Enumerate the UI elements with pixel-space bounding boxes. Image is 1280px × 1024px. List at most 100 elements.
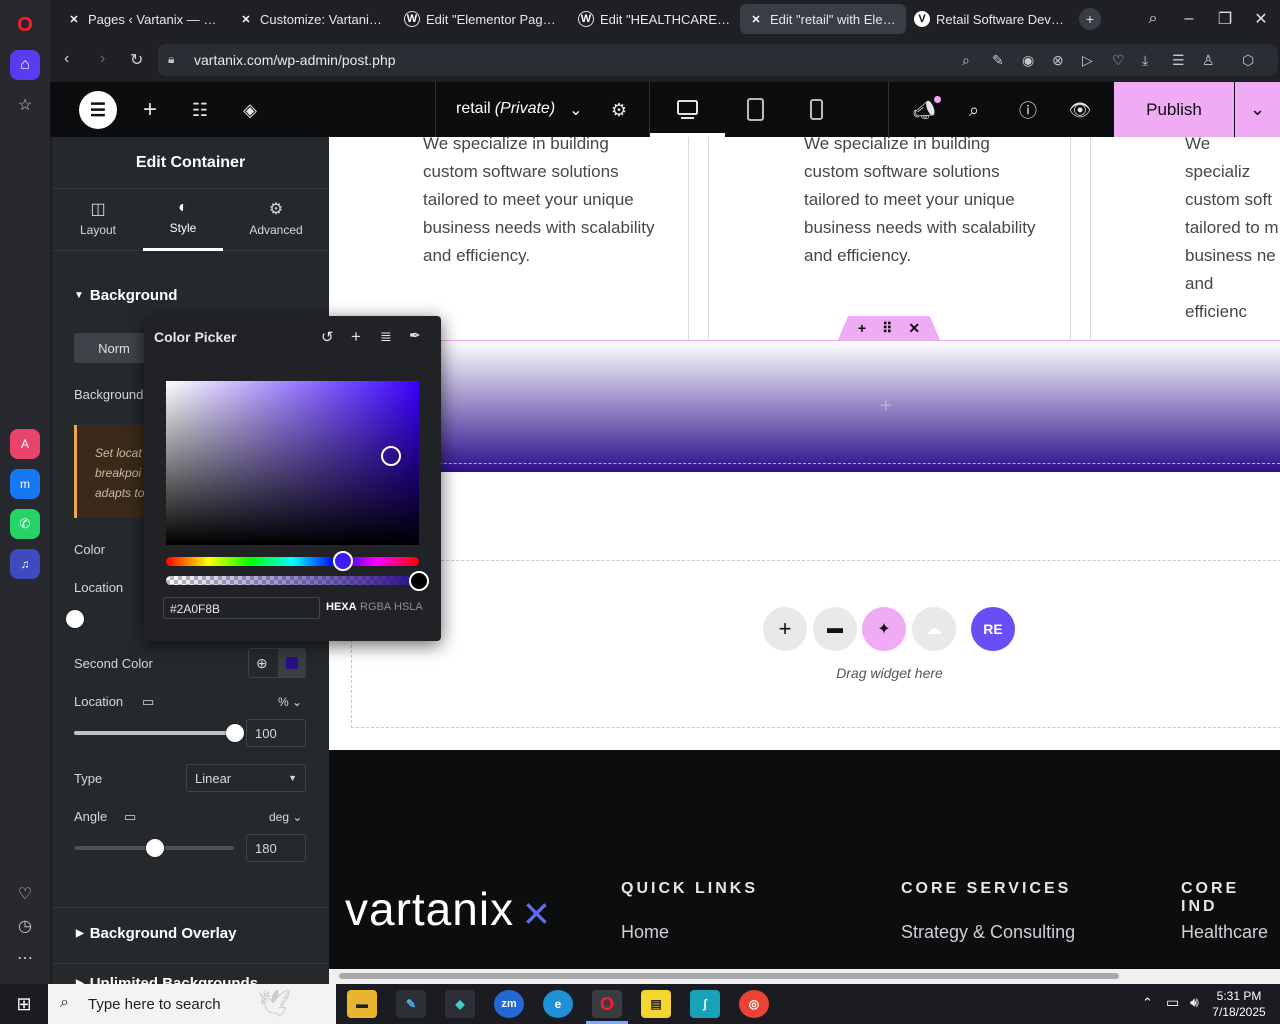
unit-selector[interactable]: % ⌄ (278, 695, 302, 709)
global-colors-icon[interactable]: ≣ (380, 328, 392, 345)
menu-icon[interactable]: ☰ (1172, 52, 1185, 69)
tab-style[interactable]: ◐ Style (143, 199, 223, 251)
zoom-icon[interactable]: ⌕ (962, 52, 970, 69)
saturation-value-area[interactable] (166, 381, 419, 545)
desktop-view-button[interactable] (650, 82, 725, 137)
taskbar-search[interactable]: ⌕ Type here to search 🕊︎ (48, 984, 336, 1024)
color-swatch[interactable] (286, 657, 298, 669)
add-color-icon[interactable]: + (351, 327, 361, 347)
eyedropper-icon[interactable]: ✒ (409, 327, 421, 344)
add-section-button[interactable]: + (763, 607, 807, 651)
reload-icon[interactable]: ↻ (130, 50, 143, 70)
volume-icon[interactable]: 🔊︎ (1190, 994, 1199, 1011)
chrome-icon[interactable]: ◎ (739, 990, 769, 1018)
responsive-desktop-icon[interactable]: ▭ (124, 809, 136, 825)
site-settings-icon[interactable]: ☷ (186, 96, 214, 124)
background-overlay-toggle[interactable]: ▶ Background Overlay (76, 925, 236, 942)
footer-link[interactable]: Healthcare (1181, 922, 1268, 943)
notifications-icon[interactable]: 📣︎ (910, 96, 941, 124)
aria-icon[interactable]: A (10, 429, 40, 459)
network-icon[interactable]: ▭ (1166, 994, 1179, 1011)
tab-pages[interactable]: ✕ Pages ‹ Vartanix — WordP (58, 4, 230, 34)
app-s-icon[interactable]: ʃ (690, 990, 720, 1018)
messenger-icon[interactable]: m (10, 469, 40, 499)
heart-icon[interactable]: ♡ (10, 879, 40, 909)
royal-elementor-button[interactable]: RE (971, 607, 1015, 651)
opera-taskbar-icon[interactable]: O (592, 990, 622, 1018)
cloud-templates-button[interactable]: ☁ (912, 607, 956, 651)
background-section-toggle[interactable]: ▼ Background (74, 287, 177, 304)
service-description[interactable]: We specialize in building custom softwar… (423, 137, 655, 270)
download-icon[interactable]: ⤓ (1142, 52, 1148, 69)
publish-button[interactable]: Publish (1114, 82, 1234, 137)
extensions-icon[interactable]: ⬡ (1242, 52, 1254, 69)
tab-customize[interactable]: ✕ Customize: Vartanix | Soft (230, 4, 396, 34)
speed-dial-icon[interactable]: ☆ (10, 90, 40, 120)
search-icon[interactable]: ⌕ (960, 96, 988, 124)
zoom-app-icon[interactable]: zm (494, 990, 524, 1018)
next-section-toggle[interactable]: ▶ Unlimited Backgrounds (76, 975, 258, 984)
location-input[interactable]: 100 (246, 719, 306, 747)
tab-retail[interactable]: ✕ Edit "retail" with Elemento (740, 4, 906, 34)
tray-chevron-icon[interactable]: ⌃ (1142, 995, 1153, 1011)
alpha-slider[interactable] (166, 576, 419, 585)
close-window-button[interactable]: ✕ (1250, 8, 1272, 30)
hue-handle[interactable] (333, 551, 353, 571)
angle-slider-handle[interactable] (146, 839, 164, 857)
play-icon[interactable]: ▷ (1082, 52, 1093, 69)
angle-input[interactable]: 180 (246, 834, 306, 862)
paint-icon[interactable]: ✎ (396, 990, 426, 1018)
block-icon[interactable]: ⊗ (1052, 52, 1064, 69)
app-diamond-icon[interactable]: ◆ (445, 990, 475, 1018)
location-slider-handle[interactable] (66, 610, 84, 628)
music-player-icon[interactable]: ♫ (10, 549, 40, 579)
horizontal-scrollbar[interactable] (329, 969, 1280, 984)
forward-icon[interactable]: › (100, 50, 105, 68)
tab-elementor-page[interactable]: W Edit "Elementor Page #10 (396, 4, 570, 34)
type-select[interactable]: Linear ▼ (186, 764, 306, 792)
tab-advanced[interactable]: ⚙ Advanced (242, 199, 310, 244)
page-title-dropdown[interactable]: retail (Private) ⌄ (456, 100, 583, 120)
elementor-logo-icon[interactable]: ☰ (79, 91, 117, 129)
add-container-icon[interactable]: + (858, 320, 866, 336)
opera-logo-icon[interactable]: O (10, 10, 40, 40)
ai-button[interactable]: ✦ (862, 607, 906, 651)
profile-icon[interactable]: ♙ (1202, 52, 1215, 69)
template-library-button[interactable]: ▬ (813, 607, 857, 651)
delete-container-icon[interactable]: ✕ (908, 320, 920, 337)
taskbar-clock[interactable]: 5:31 PM 7/18/2025 (1210, 988, 1268, 1020)
unit-selector[interactable]: deg ⌄ (269, 810, 302, 824)
file-explorer-icon[interactable]: ▬ (347, 990, 377, 1018)
hue-slider[interactable] (166, 557, 419, 566)
page-settings-icon[interactable]: ⚙ (605, 96, 633, 124)
add-element-icon[interactable]: + (136, 96, 164, 124)
alpha-handle[interactable] (409, 571, 429, 591)
globe-icon[interactable]: ⊕ (256, 655, 268, 672)
new-tab-button[interactable]: + (1079, 8, 1101, 30)
location-slider-handle[interactable] (226, 724, 244, 742)
edge-icon[interactable]: e (543, 990, 573, 1018)
vartanix-logo[interactable]: vartanix × (345, 882, 550, 939)
format-rgba[interactable]: RGBA (360, 601, 391, 613)
service-description[interactable]: We specializ custom soft tailored to m b… (1185, 137, 1280, 326)
service-description[interactable]: We specialize in building custom softwar… (804, 137, 1036, 270)
publish-options-button[interactable]: ⌄ (1235, 82, 1280, 137)
sticky-notes-icon[interactable]: ▤ (641, 990, 671, 1018)
normal-state-tab[interactable]: Norm (74, 333, 154, 363)
scrollbar-thumb[interactable] (339, 973, 1119, 979)
edit-icon[interactable]: ✎ (992, 52, 1004, 69)
maximize-button[interactable]: ❐ (1214, 8, 1236, 30)
help-icon[interactable]: ⓘ (1014, 96, 1042, 124)
tab-healthcare[interactable]: W Edit "HEALTHCARE" with E (570, 4, 740, 34)
tablet-view-button[interactable] (730, 82, 780, 137)
sv-cursor[interactable] (381, 446, 401, 466)
tab-retail-software[interactable]: V Retail Software Developm (906, 4, 1076, 34)
back-icon[interactable]: ‹ (64, 50, 69, 68)
hex-input[interactable]: #2A0F8B (163, 597, 320, 619)
home-icon[interactable]: ⌂ (10, 50, 40, 80)
windows-start-icon[interactable]: ⊞ (14, 994, 34, 1014)
structure-icon[interactable]: ◈ (236, 96, 264, 124)
mobile-view-button[interactable] (792, 82, 842, 137)
responsive-desktop-icon[interactable]: ▭ (142, 694, 154, 710)
camera-icon[interactable]: ◉ (1022, 52, 1034, 69)
